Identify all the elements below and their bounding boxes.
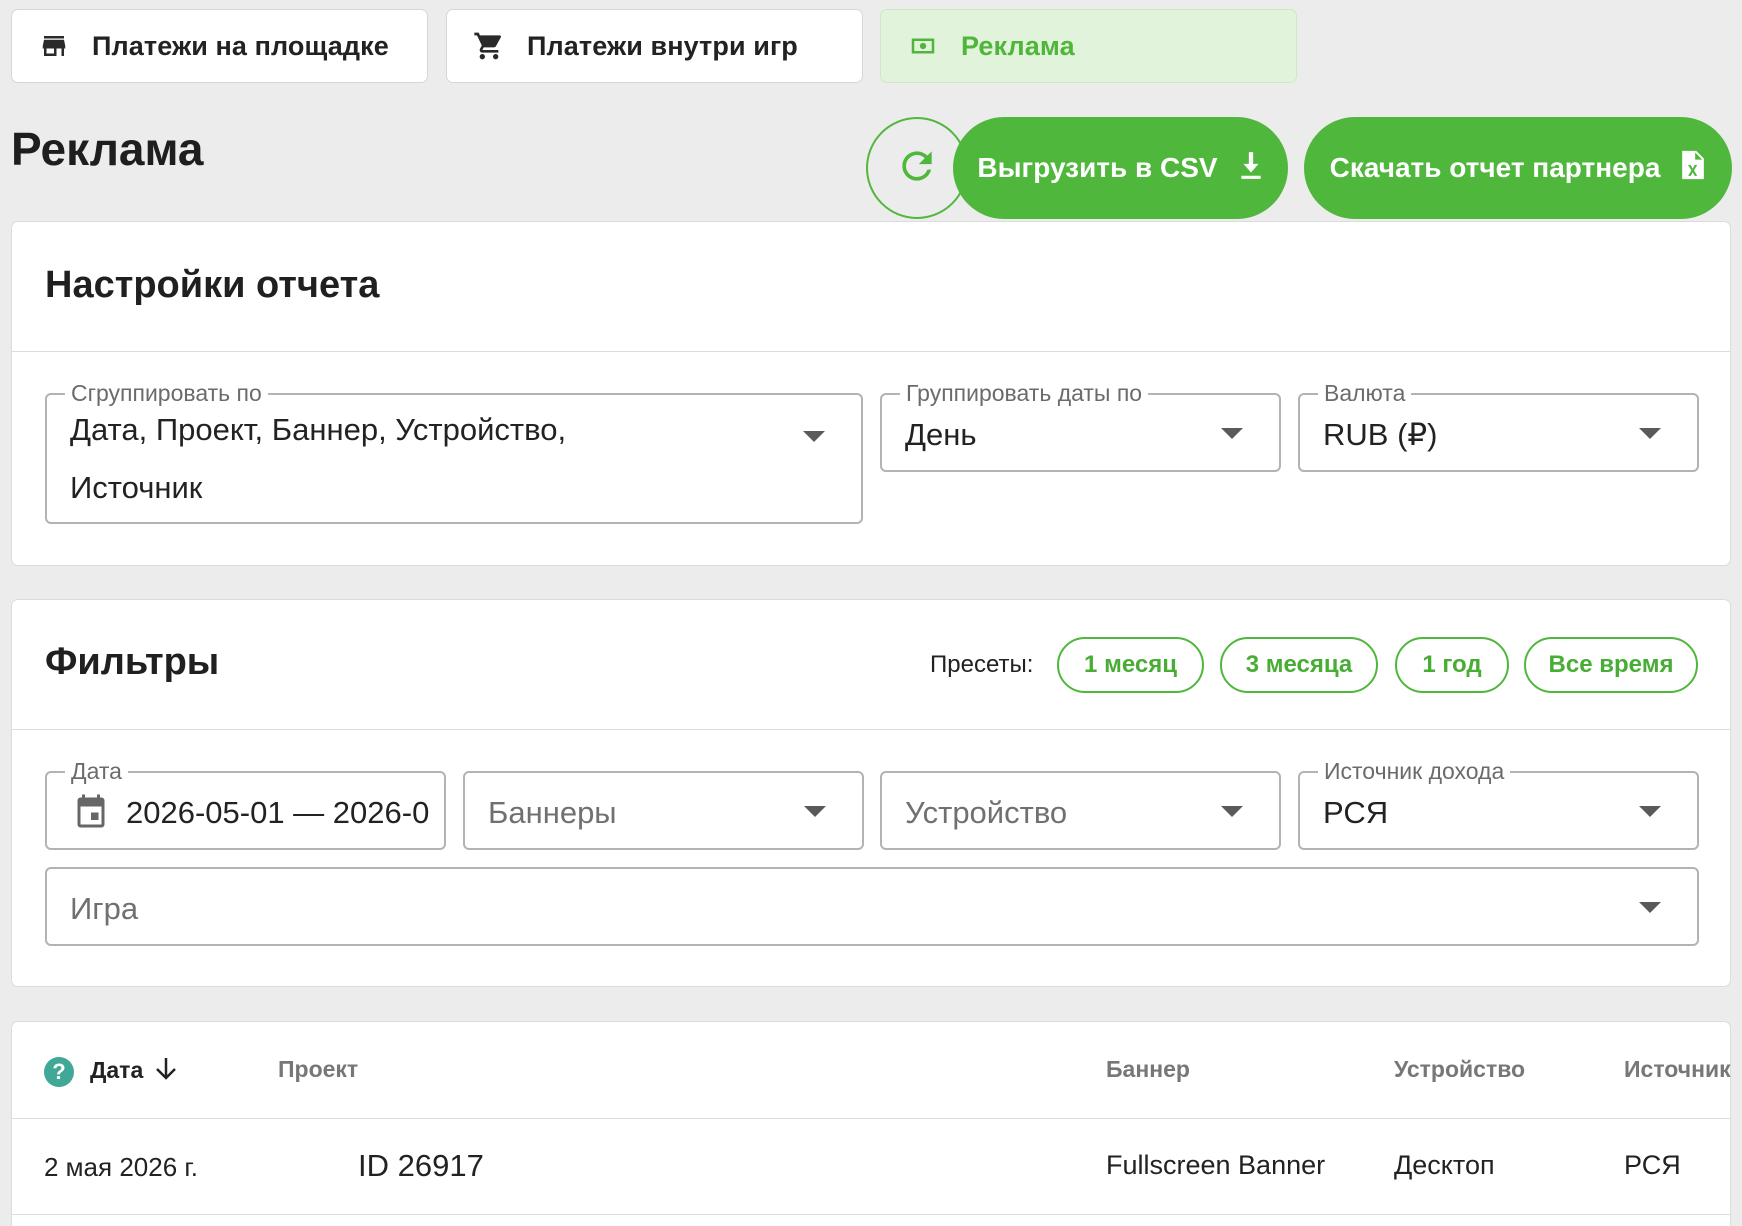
income-source-select[interactable]: Источник дохода РСЯ bbox=[1298, 758, 1699, 850]
device-select[interactable]: Устройство bbox=[880, 771, 1281, 850]
preset-1-year-button[interactable]: 1 год bbox=[1395, 637, 1509, 693]
group-by-label: Сгруппировать по bbox=[65, 380, 268, 406]
refresh-icon bbox=[895, 144, 939, 193]
cell-date: 2 мая 2026 г. bbox=[44, 1152, 198, 1182]
cell-source: РСЯ bbox=[1624, 1150, 1681, 1180]
column-header-source[interactable]: Источник bbox=[1624, 1056, 1731, 1083]
income-source-value: РСЯ bbox=[1323, 795, 1389, 830]
group-by-value-line1: Дата, Проект, Баннер, Устройство, bbox=[70, 412, 567, 447]
tab-label: Реклама bbox=[961, 30, 1075, 61]
arrow-down-icon bbox=[154, 1056, 178, 1088]
help-icon[interactable]: ? bbox=[44, 1057, 74, 1087]
table-header-divider bbox=[12, 1118, 1730, 1119]
tab-advertising[interactable]: Реклама bbox=[880, 9, 1297, 83]
download-icon bbox=[1238, 150, 1264, 187]
date-label: Дата bbox=[65, 758, 128, 784]
divider bbox=[12, 729, 1730, 730]
partner-report-label: Скачать отчет партнера bbox=[1329, 152, 1661, 183]
game-placeholder: Игра bbox=[70, 891, 139, 926]
column-header-project[interactable]: Проект bbox=[278, 1056, 358, 1083]
group-by-select[interactable]: Сгруппировать по Дата, Проект, Баннер, У… bbox=[45, 380, 863, 524]
chevron-down-icon bbox=[804, 805, 826, 817]
cell-device: Десктоп bbox=[1394, 1150, 1495, 1180]
game-select[interactable]: Игра bbox=[45, 867, 1699, 946]
chevron-down-icon bbox=[1639, 805, 1661, 817]
page-title: Реклама bbox=[11, 123, 204, 175]
banners-placeholder: Баннеры bbox=[488, 795, 617, 830]
store-icon bbox=[38, 30, 70, 62]
report-settings-card: Настройки отчета Сгруппировать по Дата, … bbox=[11, 221, 1731, 566]
date-range-value: 2026-05-01 — 2026-0 bbox=[126, 795, 430, 830]
report-table-card bbox=[11, 1021, 1731, 1226]
chevron-down-icon bbox=[1221, 805, 1243, 817]
device-placeholder: Устройство bbox=[905, 795, 1068, 830]
currency-value: RUB (₽) bbox=[1323, 417, 1438, 452]
group-dates-label: Группировать даты по bbox=[900, 380, 1149, 406]
chevron-down-icon bbox=[1639, 901, 1661, 913]
tab-in-game-payments[interactable]: Платежи внутри игр bbox=[446, 9, 863, 83]
excel-file-icon bbox=[1680, 148, 1706, 189]
chevron-down-icon bbox=[1221, 427, 1243, 439]
column-header-date-label: Дата bbox=[90, 1057, 144, 1084]
cart-icon bbox=[473, 30, 505, 62]
preset-3-months-button[interactable]: 3 месяца bbox=[1220, 637, 1378, 693]
cell-project[interactable]: ID 26917 bbox=[358, 1148, 484, 1184]
group-dates-select[interactable]: Группировать даты по День bbox=[880, 380, 1281, 472]
cell-banner: Fullscreen Banner bbox=[1106, 1150, 1326, 1180]
income-source-label: Источник дохода bbox=[1318, 758, 1511, 784]
group-by-value-line2: Источник bbox=[70, 470, 203, 505]
cash-icon bbox=[907, 30, 939, 62]
column-header-date[interactable]: Дата bbox=[90, 1056, 178, 1088]
table-row-divider bbox=[12, 1214, 1730, 1215]
filters-title: Фильтры bbox=[45, 641, 220, 683]
date-range-input[interactable]: Дата 2026-05-01 — 2026-0 bbox=[45, 758, 446, 850]
preset-1-month-button[interactable]: 1 месяц bbox=[1057, 637, 1204, 693]
column-header-device[interactable]: Устройство bbox=[1394, 1056, 1525, 1083]
export-csv-label: Выгрузить в CSV bbox=[977, 152, 1218, 183]
column-header-banner[interactable]: Баннер bbox=[1106, 1056, 1190, 1083]
chevron-down-icon bbox=[1639, 427, 1661, 439]
export-csv-button[interactable]: Выгрузить в CSV bbox=[953, 117, 1288, 219]
calendar-icon bbox=[73, 791, 109, 836]
currency-select[interactable]: Валюта RUB (₽) bbox=[1298, 380, 1699, 472]
preset-all-time-button[interactable]: Все время bbox=[1524, 637, 1698, 693]
chevron-down-icon bbox=[803, 431, 825, 442]
tab-platform-payments[interactable]: Платежи на площадке bbox=[11, 9, 428, 83]
tab-label: Платежи внутри игр bbox=[527, 30, 798, 61]
tab-label: Платежи на площадке bbox=[92, 30, 389, 61]
presets-label: Пресеты: bbox=[930, 651, 1034, 678]
currency-label: Валюта bbox=[1318, 380, 1412, 406]
download-partner-report-button[interactable]: Скачать отчет партнера bbox=[1304, 117, 1732, 219]
report-settings-title: Настройки отчета bbox=[45, 264, 380, 306]
divider bbox=[12, 351, 1730, 352]
group-dates-value: День bbox=[905, 417, 977, 452]
banners-select[interactable]: Баннеры bbox=[463, 771, 864, 850]
